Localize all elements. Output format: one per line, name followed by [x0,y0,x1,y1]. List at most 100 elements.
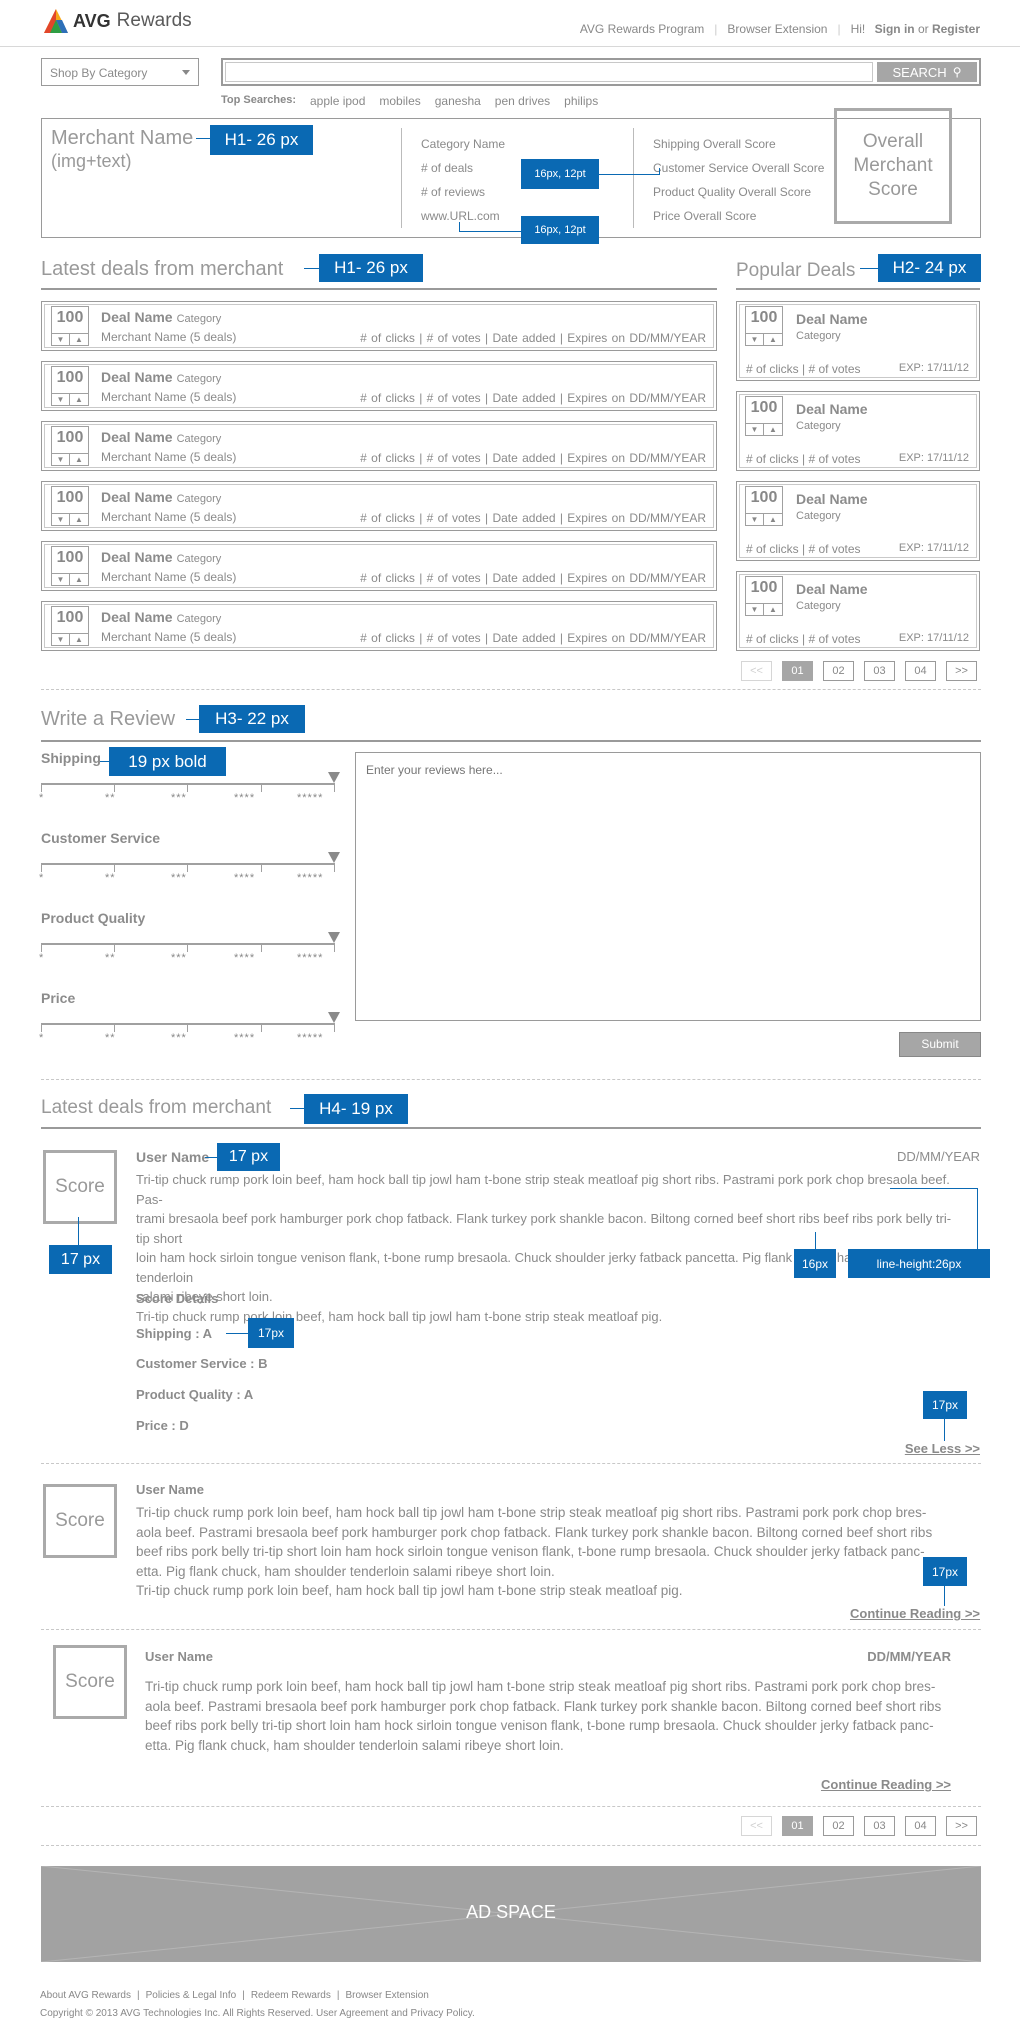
vote-count: 100 [56,609,84,626]
rating-slider-product-quality[interactable]: * ** *** **** ***** [39,932,340,964]
footer-link[interactable]: Redeem Rewards [251,1990,331,2001]
pagination-page[interactable]: 03 [864,1816,895,1836]
logo[interactable]: AVG Rewards [41,6,192,36]
search-button[interactable]: SEARCH ⚲ [877,62,977,82]
star-level: ***** [297,1032,324,1044]
vote-down-icon[interactable]: ▼ [746,603,764,616]
annotation-label: 17px [248,1318,294,1348]
slider-thumb-icon[interactable] [328,932,340,943]
deal-row[interactable]: 100 ▼ ▲ Deal Name Category Merchant Name … [41,421,717,471]
vote-up-icon[interactable]: ▲ [70,393,88,406]
pagination-page[interactable]: 02 [823,661,854,681]
slider-thumb-icon[interactable] [328,1012,340,1023]
overall-score-line: Merchant [853,155,933,176]
popular-deal-category: Category [796,600,841,612]
deal-name[interactable]: Deal Name [101,369,173,385]
category-dropdown[interactable]: Shop By Category [41,58,199,86]
vote-down-icon[interactable]: ▼ [746,423,764,436]
top-search-term[interactable]: mobiles [379,94,420,108]
rating-slider-customer-service[interactable]: * ** *** **** ***** [39,852,340,884]
popular-deal-name[interactable]: Deal Name [796,491,868,507]
pagination-page[interactable]: 04 [905,1816,936,1836]
pagination-prev[interactable]: << [741,661,772,681]
vote-down-icon[interactable]: ▼ [746,333,764,346]
vote-down-icon[interactable]: ▼ [52,393,70,406]
vote-count: 100 [56,429,84,446]
review-textarea[interactable] [355,752,981,1021]
slider-thumb-icon[interactable] [328,852,340,863]
slider-thumb-icon[interactable] [328,772,340,783]
review-line: trami bresaola beef pork hamburger pork … [136,1211,952,1246]
reviews-title: Latest deals from merchant [41,1097,272,1118]
ad-space[interactable]: AD SPACE [41,1866,981,1962]
popular-deal-card[interactable]: 100 ▼ ▲ Deal Name Category # of clicks |… [736,391,980,471]
rating-slider-price[interactable]: * ** *** **** ***** [39,1012,340,1044]
submit-button[interactable]: Submit [899,1032,981,1057]
deal-row[interactable]: 100 ▼ ▲ Deal Name Category Merchant Name … [41,601,717,651]
review-score-box: Score [43,1484,117,1558]
continue-reading-link[interactable]: Continue Reading >> [821,1777,951,1792]
popular-deal-card[interactable]: 100 ▼ ▲ Deal Name Category # of clicks |… [736,301,980,381]
vote-up-icon[interactable]: ▲ [70,633,88,646]
pagination-page[interactable]: 02 [823,1816,854,1836]
nav-browser-extension[interactable]: Browser Extension [727,22,827,36]
top-search-term[interactable]: ganesha [435,94,481,108]
popular-deal-name[interactable]: Deal Name [796,581,868,597]
sign-in-link[interactable]: Sign in [875,22,915,36]
deal-name[interactable]: Deal Name [101,429,173,445]
vote-down-icon[interactable]: ▼ [52,633,70,646]
deal-row[interactable]: 100 ▼ ▲ Deal Name Category Merchant Name … [41,541,717,591]
annotation-label: H1- 26 px [210,125,313,155]
vote-down-icon[interactable]: ▼ [52,453,70,466]
rating-slider-shipping[interactable]: * ** *** **** ***** [39,772,340,804]
top-search-term[interactable]: pen drives [495,94,550,108]
top-search-term[interactable]: apple ipod [310,94,365,108]
register-link[interactable]: Register [932,22,980,36]
merchant-url[interactable]: www.URL.com [421,209,500,223]
vote-up-icon[interactable]: ▲ [764,513,782,526]
footer-link[interactable]: Policies & Legal Info [146,1990,237,2001]
vote-down-icon[interactable]: ▼ [52,573,70,586]
vote-widget: 100 ▼ ▲ [51,486,89,526]
popular-deal-name[interactable]: Deal Name [796,401,868,417]
annotation-connector [890,1188,977,1189]
top-search-term[interactable]: philips [564,94,598,108]
popular-deal-meta: # of clicks | # of votes [746,362,861,376]
review-line: Tri-tip chuck rump pork loin beef, ham h… [136,1172,950,1207]
deal-row[interactable]: 100 ▼ ▲ Deal Name Category Merchant Name … [41,361,717,411]
vote-up-icon[interactable]: ▲ [70,333,88,346]
pagination-page[interactable]: 01 [782,1816,813,1836]
see-less-link[interactable]: See Less >> [905,1441,980,1456]
vote-up-icon[interactable]: ▲ [70,513,88,526]
pagination-next[interactable]: >> [946,1816,977,1836]
pagination-page[interactable]: 01 [782,661,813,681]
vote-down-icon[interactable]: ▼ [52,513,70,526]
pagination-page[interactable]: 03 [864,661,895,681]
star-level: **** [234,872,256,884]
vote-down-icon[interactable]: ▼ [746,513,764,526]
pagination-next[interactable]: >> [946,661,977,681]
vote-up-icon[interactable]: ▲ [764,603,782,616]
footer-link[interactable]: About AVG Rewards [40,1990,131,2001]
pagination-prev[interactable]: << [741,1816,772,1836]
popular-deal-card[interactable]: 100 ▼ ▲ Deal Name Category # of clicks |… [736,481,980,561]
vote-up-icon[interactable]: ▲ [764,423,782,436]
deal-name[interactable]: Deal Name [101,549,173,565]
vote-down-icon[interactable]: ▼ [52,333,70,346]
deal-name[interactable]: Deal Name [101,309,173,325]
deal-name[interactable]: Deal Name [101,609,173,625]
popular-deal-card[interactable]: 100 ▼ ▲ Deal Name Category # of clicks |… [736,571,980,651]
vote-up-icon[interactable]: ▲ [764,333,782,346]
popular-deal-name[interactable]: Deal Name [796,311,868,327]
deal-row[interactable]: 100 ▼ ▲ Deal Name Category Merchant Name … [41,481,717,531]
product-quality-score: Product Quality Overall Score [653,185,812,199]
vote-up-icon[interactable]: ▲ [70,453,88,466]
footer-link[interactable]: Browser Extension [345,1990,428,2001]
continue-reading-link[interactable]: Continue Reading >> [850,1606,980,1621]
pagination-page[interactable]: 04 [905,661,936,681]
deal-name[interactable]: Deal Name [101,489,173,505]
deal-row[interactable]: 100 ▼ ▲ Deal Name Category Merchant Name … [41,301,717,351]
search-input[interactable] [225,62,873,82]
nav-rewards-program[interactable]: AVG Rewards Program [580,22,704,36]
vote-up-icon[interactable]: ▲ [70,573,88,586]
